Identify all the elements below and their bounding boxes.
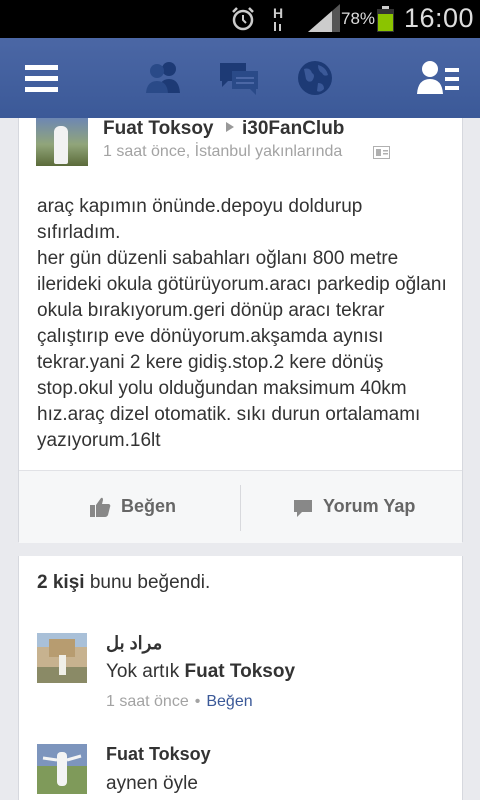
- audience-group-icon: [373, 146, 390, 159]
- battery-percent: 78%: [341, 9, 376, 28]
- commenter-name[interactable]: Fuat Toksoy: [106, 744, 211, 765]
- status-time: 16:00: [404, 3, 475, 33]
- top-nav-bar: [0, 38, 480, 118]
- battery-icon: [377, 6, 394, 32]
- post-card: Fuat Toksoy i30FanClub 1 saat önce, İsta…: [18, 118, 463, 543]
- friend-requests-icon[interactable]: [413, 53, 463, 103]
- comment-bubble-icon: [294, 500, 312, 517]
- comment-text: aynen öyle: [106, 773, 198, 794]
- post-meta: 1 saat önce, İstanbul yakınlarında: [103, 143, 343, 160]
- friends-icon[interactable]: [138, 53, 188, 103]
- comment-item: مراد بل Yok artık Fuat Toksoy 1 saat önc…: [19, 633, 462, 723]
- comment-label: Yorum Yap: [323, 496, 416, 516]
- likes-summary[interactable]: 2 kişi bunu beğendi.: [37, 572, 210, 594]
- post-action-bar: Beğen Yorum Yap: [19, 470, 462, 543]
- comment-mention[interactable]: Fuat Toksoy: [185, 661, 296, 682]
- commenter-name[interactable]: مراد بل: [106, 633, 162, 654]
- signal-icon: H: [273, 4, 340, 32]
- network-type-label: H: [273, 5, 283, 21]
- likes-count: 2 kişi: [37, 572, 85, 593]
- comments-card: 2 kişi bunu beğendi. مراد بل Yok artık F…: [18, 556, 463, 800]
- post-author-avatar[interactable]: [36, 118, 88, 166]
- comment-button[interactable]: Yorum Yap: [241, 471, 462, 543]
- commenter-avatar[interactable]: [37, 744, 87, 794]
- comment-text-prefix: Yok artık: [106, 661, 185, 682]
- status-bar: H 78% 16:00: [0, 0, 480, 38]
- comment-meta: 1 saat önce • Beğen: [106, 693, 253, 711]
- commenter-avatar[interactable]: [37, 633, 87, 683]
- like-button[interactable]: Beğen: [19, 471, 240, 543]
- notifications-globe-icon[interactable]: [290, 53, 340, 103]
- comment-like-link[interactable]: Beğen: [206, 693, 252, 710]
- comment-item: Fuat Toksoy aynen öyle: [19, 744, 462, 800]
- alarm-icon: [232, 7, 254, 31]
- thumbs-up-icon: [90, 497, 111, 517]
- post-author-name[interactable]: Fuat Toksoy: [103, 118, 214, 140]
- meta-separator: •: [194, 693, 201, 710]
- comment-text: Yok artık Fuat Toksoy: [106, 661, 295, 683]
- arrow-right-icon: [226, 122, 234, 132]
- likes-suffix: bunu beğendi.: [84, 572, 211, 593]
- comment-time: 1 saat önce: [106, 693, 189, 710]
- messages-icon[interactable]: [214, 53, 264, 103]
- like-label: Beğen: [121, 496, 177, 516]
- post-text: araç kapımın önünde.depoyu doldurup sıfı…: [37, 196, 447, 451]
- menu-icon[interactable]: [17, 53, 67, 103]
- post-group-name[interactable]: i30FanClub: [242, 118, 344, 140]
